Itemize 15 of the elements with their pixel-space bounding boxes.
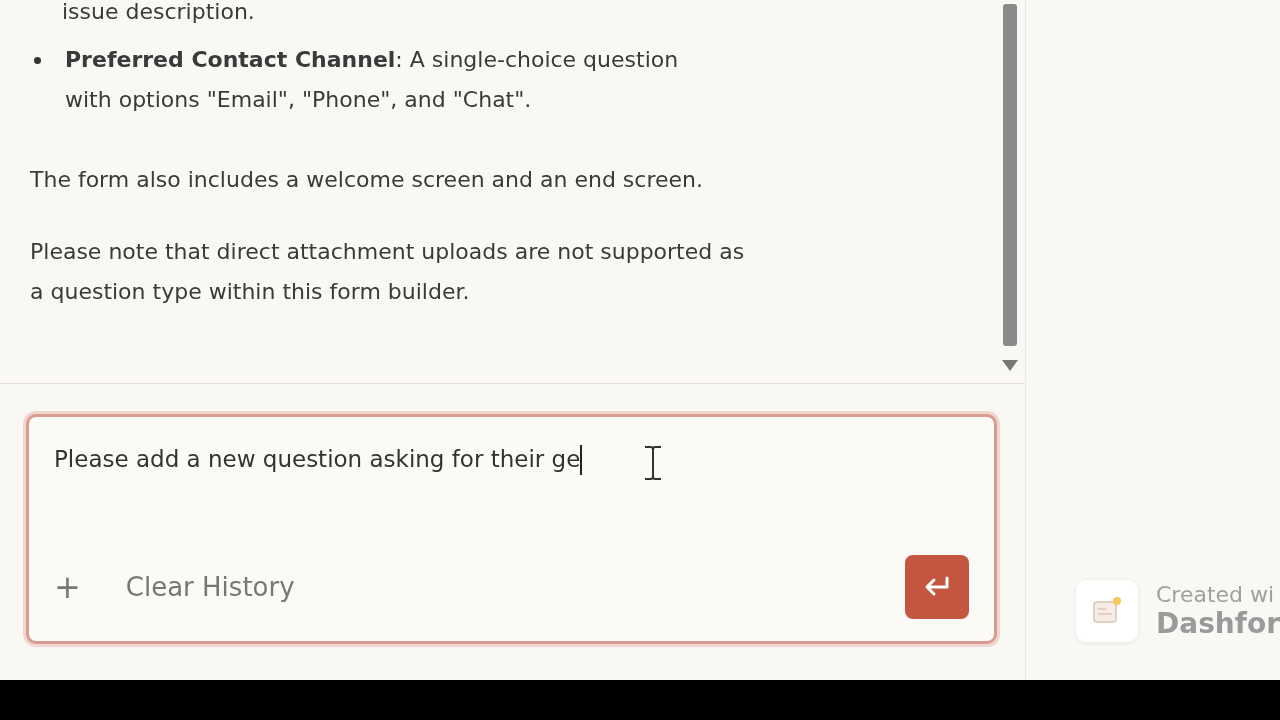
message-input[interactable]: Please add a new question asking for their ge + Clear History [26, 414, 997, 644]
add-button[interactable]: + [54, 568, 81, 606]
message-text: Preferred Contact Channel: A single-choice question with options "Email", "Phone", and "Chat". [65, 46, 680, 114]
message-text: issue description. [61, 0, 256, 26]
input-text: Please add a new question asking for their ge [54, 445, 583, 475]
send-button[interactable] [905, 555, 969, 619]
bullet-icon [34, 57, 41, 64]
logo-icon [1076, 580, 1138, 642]
message-text: Please note that direct attachment uploads are not supported as a question type within this form builder. [30, 238, 746, 306]
created-with-caption: Created wi [1156, 582, 1276, 607]
scroll-down-icon[interactable] [1001, 358, 1019, 372]
scrollbar-thumb[interactable] [1003, 4, 1017, 346]
clear-history-button[interactable]: Clear History [125, 572, 295, 602]
brand-name: Dashfor [1156, 607, 1280, 640]
message-text: The form also includes a welcome screen and an end screen. [30, 166, 704, 194]
